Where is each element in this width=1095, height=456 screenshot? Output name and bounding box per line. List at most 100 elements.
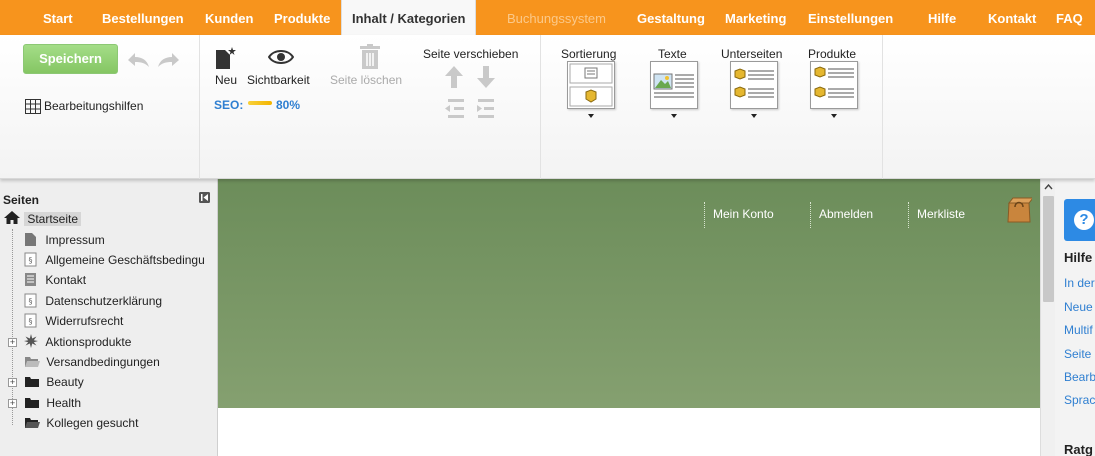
divider — [908, 202, 909, 228]
outdent-icon — [445, 99, 464, 118]
legal-page-icon: § — [24, 293, 37, 308]
tab-bestellungen[interactable]: Bestellungen — [102, 0, 184, 35]
visibility-label[interactable]: Sichtbarkeit — [247, 73, 310, 87]
tree-item-label: Kollegen gesucht — [46, 416, 139, 430]
scroll-up-icon[interactable] — [1044, 184, 1053, 190]
expand-toggle[interactable]: + — [8, 378, 17, 387]
divider — [704, 202, 705, 228]
my-account-link[interactable]: Mein Konto — [713, 207, 774, 221]
tree-item-health[interactable]: Health — [24, 394, 81, 413]
expand-toggle[interactable]: + — [8, 338, 17, 347]
eye-icon[interactable] — [268, 48, 294, 66]
tree-item-kontakt[interactable]: Kontakt — [24, 271, 86, 290]
editing-aids-label[interactable]: Bearbeitungshilfen — [44, 99, 143, 113]
chevron-down-icon[interactable] — [831, 114, 837, 118]
tree-item-label: Allgemeine Geschäftsbedingu — [45, 253, 205, 267]
subpages-layout-icon — [734, 68, 774, 98]
subpages-dropdown[interactable] — [730, 61, 778, 109]
tree-item-label: Beauty — [46, 375, 84, 389]
legal-page-icon: § — [24, 252, 37, 267]
tab-einstellungen[interactable]: Einstellungen — [808, 0, 893, 35]
tree-item-label: Startseite — [24, 212, 82, 226]
chevron-down-icon[interactable] — [588, 114, 594, 118]
seo-score: 80% — [276, 98, 301, 112]
sorting-dropdown[interactable] — [567, 61, 615, 109]
texts-label: Texte — [658, 47, 687, 61]
tab-gestaltung[interactable]: Gestaltung — [637, 0, 705, 35]
help-link[interactable]: Multif — [1064, 323, 1093, 337]
seo-label: SEO: — [214, 98, 244, 112]
tab-buchungssystem: Buchungssystem — [507, 11, 606, 26]
folder-icon — [25, 398, 39, 408]
indent-icon — [477, 99, 494, 118]
tree-item-label: Aktionsprodukte — [45, 335, 132, 349]
products-label: Produkte — [808, 47, 857, 61]
tab-faq[interactable]: FAQ — [1056, 0, 1083, 35]
tree-item-impressum[interactable]: Impressum — [24, 231, 105, 250]
products-layout-icon — [814, 66, 854, 98]
help-link[interactable]: In der — [1064, 276, 1095, 290]
chevron-down-icon[interactable] — [751, 114, 757, 118]
tree-item-startseite[interactable]: Startseite — [3, 210, 82, 229]
tab-kunden[interactable]: Kunden — [205, 0, 253, 35]
tree-item-label: Versandbedingungen — [46, 355, 160, 369]
tab-start[interactable]: Start — [43, 0, 73, 35]
divider — [810, 202, 811, 228]
home-icon — [4, 211, 20, 224]
tab-marketing[interactable]: Marketing — [725, 0, 786, 35]
grid-icon[interactable] — [25, 99, 41, 114]
scrollbar-thumb[interactable] — [1043, 196, 1054, 302]
wishlist-link[interactable]: Merkliste — [917, 207, 965, 221]
tree-item-label: Datenschutzerklärung — [45, 294, 163, 308]
starburst-icon — [24, 334, 38, 348]
expand-toggle[interactable]: + — [8, 399, 17, 408]
tree-item-agb[interactable]: § Allgemeine Geschäftsbedingu — [24, 251, 205, 270]
chevron-down-icon[interactable] — [671, 114, 677, 118]
svg-text:§: § — [29, 297, 33, 306]
help-title: Hilfe — [1064, 250, 1093, 265]
new-page-icon[interactable] — [215, 46, 237, 70]
tree-item-kollegen-gesucht[interactable]: Kollegen gesucht — [24, 414, 138, 433]
form-page-icon — [25, 273, 36, 286]
arrow-down-icon — [477, 66, 495, 88]
tab-inhalt-kategorien[interactable]: Inhalt / Kategorien — [341, 0, 477, 35]
trash-icon — [360, 44, 380, 69]
texts-dropdown[interactable] — [650, 61, 698, 109]
help-link[interactable]: Bearb — [1064, 370, 1095, 384]
text-image-layout-icon — [653, 73, 694, 98]
help-badge[interactable]: ? — [1064, 199, 1095, 241]
tab-hilfe[interactable]: Hilfe — [928, 0, 956, 35]
page-preview: Mein Konto Abmelden Merkliste — [218, 179, 1040, 456]
tree-item-datenschutz[interactable]: § Datenschutzerklärung — [24, 292, 162, 311]
logout-link[interactable]: Abmelden — [819, 207, 873, 221]
tree-item-aktionsprodukte[interactable]: Aktionsprodukte — [24, 333, 131, 352]
sorting-label: Sortierung — [561, 47, 617, 61]
legal-page-icon: § — [24, 313, 37, 328]
arrow-up-icon — [445, 66, 463, 88]
tree-item-versandbedingungen[interactable]: Versandbedingungen — [24, 353, 160, 372]
tab-kontakt[interactable]: Kontakt — [988, 0, 1036, 35]
tree-item-beauty[interactable]: Beauty — [24, 373, 84, 392]
page-icon — [25, 233, 36, 246]
preview-scrollbar[interactable] — [1040, 179, 1055, 456]
ribbon-divider — [540, 35, 541, 179]
folder-open-icon — [25, 357, 40, 367]
help-link[interactable]: Seite — [1064, 347, 1091, 361]
help-link[interactable]: Sprac — [1064, 393, 1095, 407]
folder-icon — [25, 377, 39, 387]
tree-item-widerrufsrecht[interactable]: § Widerrufsrecht — [24, 312, 123, 331]
redo-icon[interactable] — [155, 48, 183, 70]
svg-text:§: § — [29, 317, 33, 326]
save-button[interactable]: Speichern — [23, 44, 118, 74]
collapse-panel-icon[interactable] — [199, 192, 210, 203]
products-dropdown[interactable] — [810, 61, 858, 109]
pages-panel-title: Seiten — [3, 193, 40, 207]
sorting-layout-icon — [569, 63, 613, 107]
tab-produkte[interactable]: Produkte — [274, 0, 330, 35]
shopping-bag-icon[interactable] — [1006, 195, 1032, 223]
shop-header-banner: Mein Konto Abmelden Merkliste — [218, 179, 1040, 408]
new-page-label[interactable]: Neu — [215, 73, 237, 87]
help-link[interactable]: Neue — [1064, 300, 1093, 314]
undo-icon[interactable] — [124, 48, 152, 70]
pages-panel: Seiten Startseite Impressum § Allgemeine… — [0, 179, 218, 456]
